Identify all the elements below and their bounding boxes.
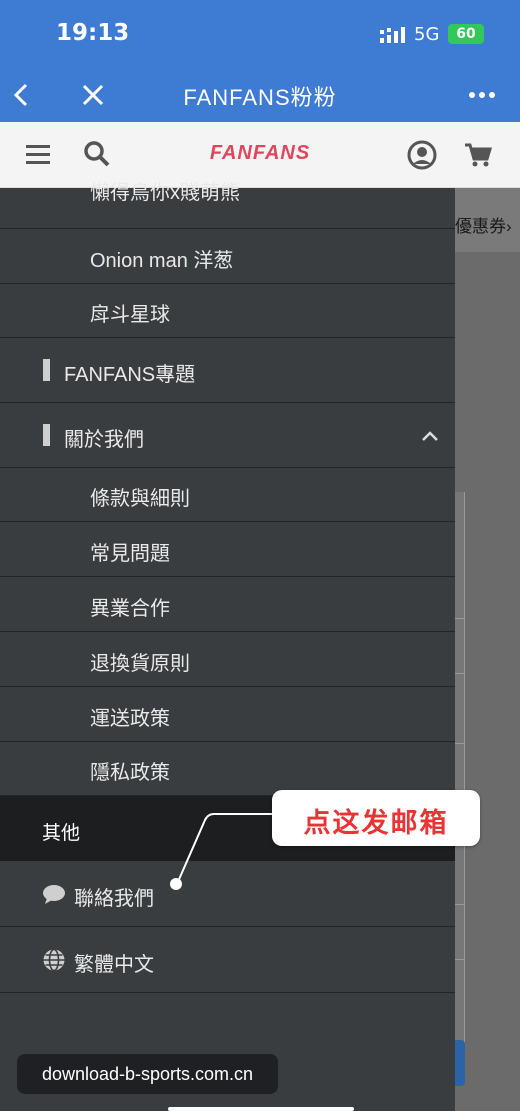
sidebar-item-terms[interactable]: 條款與細則 (0, 468, 455, 522)
sidebar-section-label: 關於我們 (64, 429, 144, 451)
background-page: 優惠券› (455, 188, 520, 1111)
shopping-cart-icon[interactable] (463, 140, 493, 170)
coupon-link: 優惠券› (455, 217, 512, 236)
sidebar-item-label: 隱私政策 (90, 762, 170, 784)
sidebar-item-label: 聯絡我們 (74, 888, 154, 910)
sidebar-item-shipping-policy[interactable]: 運送政策 (0, 687, 455, 742)
sidebar-section-about[interactable]: 關於我們 (0, 403, 455, 468)
sidebar-item-label: 懶得鳥你x賤萌熊 (90, 182, 240, 204)
status-time: 19:13 (56, 20, 130, 46)
sidebar-item-dipper-planet[interactable]: 戽斗星球 (0, 284, 455, 338)
other-header-label: 其他 (42, 823, 81, 844)
page-title: FANFANS粉粉 (183, 85, 337, 110)
chevron-up-icon[interactable] (420, 429, 440, 443)
globe-icon (43, 948, 65, 972)
background-field (455, 618, 465, 674)
sidebar-item-label: 常見問題 (90, 543, 170, 565)
sidebar-item-language[interactable]: 繁體中文 (0, 927, 455, 993)
annotation-callout: 点这发邮箱 (272, 790, 480, 846)
sidebar-drawer: 懶得鳥你x賤萌熊 Onion man 洋葱 戽斗星球 FANFANS專題 關於我… (0, 182, 455, 1111)
home-indicator (168, 1107, 354, 1111)
section-marker (43, 359, 50, 381)
status-bar: 19:13 5G 60 (0, 0, 520, 68)
sidebar-section-special[interactable]: FANFANS專題 (0, 338, 455, 403)
watermark: download-b-sports.com.cn (17, 1054, 278, 1094)
user-account-icon[interactable] (406, 139, 438, 171)
sidebar-section-label: FANFANS專題 (64, 364, 196, 386)
site-logo[interactable]: FANFANS (0, 142, 520, 165)
signal-icon (380, 27, 405, 43)
background-button (455, 1040, 465, 1086)
network-type: 5G (414, 24, 440, 45)
sidebar-item-privacy-policy[interactable]: 隱私政策 (0, 742, 455, 796)
annotation-text: 点这发邮箱 (303, 808, 449, 838)
sidebar-item-label: 戽斗星球 (90, 304, 170, 326)
chat-bubble-icon (43, 885, 65, 904)
background-field (455, 904, 465, 960)
sidebar-item-label: 條款與細則 (90, 488, 190, 510)
sidebar-item-partnership[interactable]: 異業合作 (0, 577, 455, 632)
section-marker (43, 424, 50, 446)
sidebar-item-label: 運送政策 (90, 708, 170, 730)
sidebar-item-onion-man[interactable]: Onion man 洋葱 (0, 229, 455, 284)
annotation-pointer (170, 813, 272, 890)
sidebar-item-faq[interactable]: 常見問題 (0, 522, 455, 577)
app-title-bar: FANFANS粉粉 (0, 68, 520, 122)
sidebar-item-label: 異業合作 (90, 598, 170, 620)
sidebar-item-lazy-bear[interactable]: 懶得鳥你x賤萌熊 (0, 176, 455, 229)
sidebar-item-label: Onion man 洋葱 (90, 250, 234, 272)
more-options-icon[interactable] (464, 80, 500, 110)
sidebar-item-return-policy[interactable]: 退換貨原則 (0, 632, 455, 687)
sidebar-item-label: 繁體中文 (74, 954, 154, 976)
sidebar-item-label: 退換貨原則 (90, 653, 190, 675)
battery-icon: 60 (448, 24, 484, 44)
